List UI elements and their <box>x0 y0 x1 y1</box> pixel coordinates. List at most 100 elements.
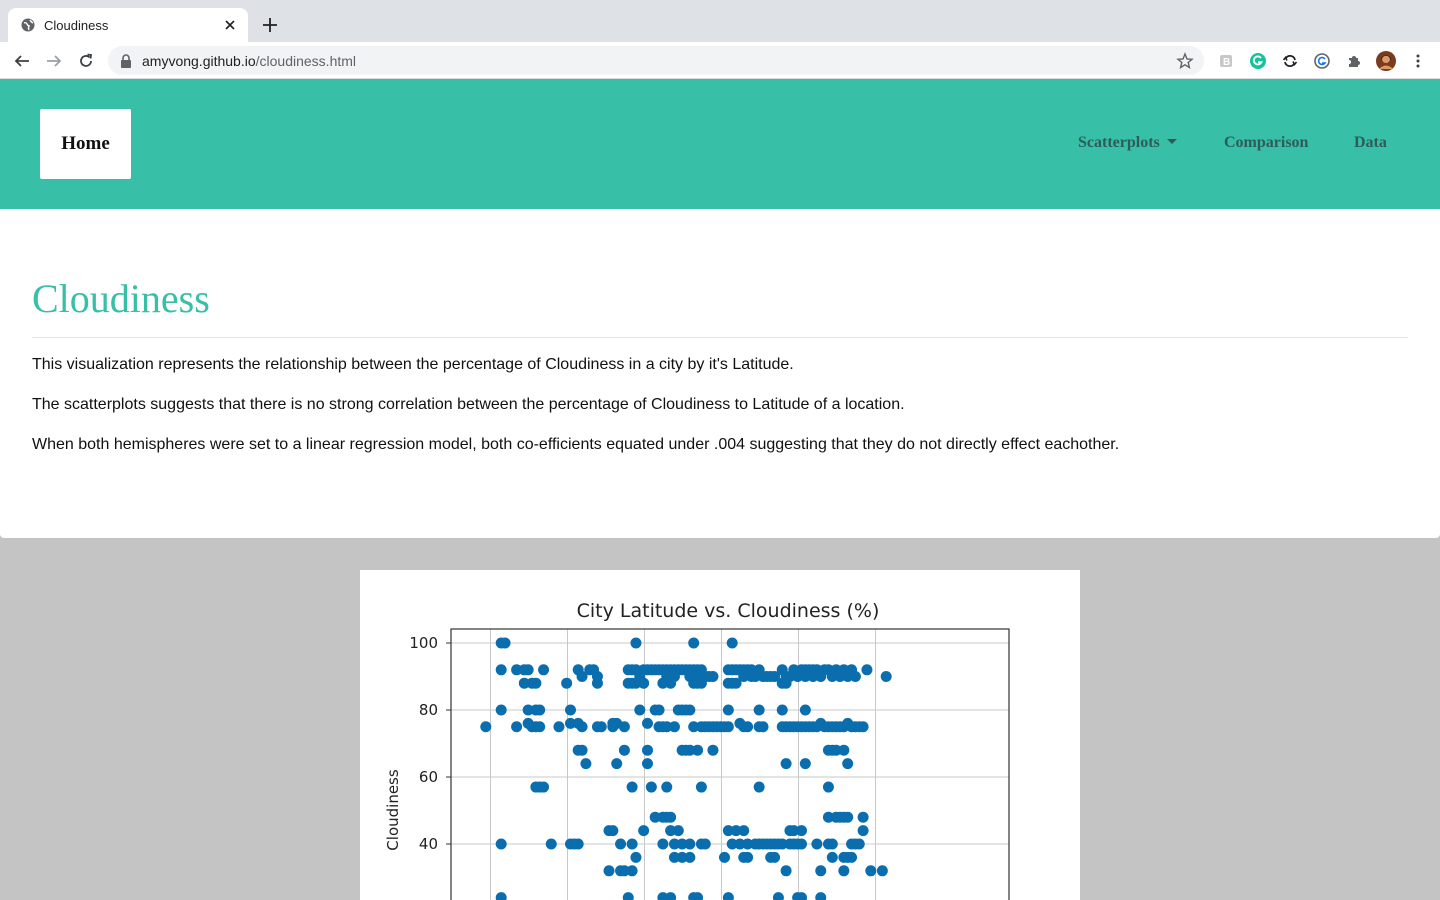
scatter-point <box>799 758 811 770</box>
scatter-point <box>742 851 754 863</box>
y-tick-label: 100 <box>409 634 438 652</box>
title-divider <box>32 337 1408 338</box>
scatter-point <box>642 744 653 756</box>
browser-tab[interactable]: Cloudiness <box>8 8 248 42</box>
back-arrow-icon[interactable] <box>10 49 34 73</box>
forward-arrow-icon[interactable] <box>42 49 66 73</box>
scatter-point <box>626 838 638 850</box>
svg-text:B: B <box>1223 57 1230 68</box>
scatter-point <box>591 677 603 689</box>
scatter-point <box>607 825 619 837</box>
scatter-point <box>695 781 707 793</box>
chart-figure: 100 80 60 40 City Latitude vs. Cloudiness (… <box>360 570 1080 900</box>
scatter-point <box>611 758 623 770</box>
scatter-point <box>495 664 507 676</box>
scatter-chart: 100 80 60 40 City Latitude vs. Cloudiness (… <box>384 600 1010 900</box>
reload-icon[interactable] <box>74 49 98 73</box>
scatter-point <box>495 892 507 900</box>
scatter-point <box>742 721 754 733</box>
scatter-point <box>838 865 850 877</box>
extension-g-icon[interactable] <box>1312 51 1332 71</box>
scatter-point <box>849 671 861 682</box>
url-host: amyvong.github.io <box>142 52 256 69</box>
scatter-point <box>538 664 550 676</box>
scatter-point <box>769 851 781 863</box>
scatter-point <box>876 865 888 877</box>
nav-data-link[interactable]: Data <box>1354 134 1387 152</box>
scatter-point <box>534 721 546 733</box>
scatter-point <box>684 851 696 863</box>
scatter-point <box>538 781 550 793</box>
scatter-point <box>688 637 700 649</box>
scatter-point <box>826 838 838 850</box>
scatter-point <box>822 781 834 793</box>
puzzle-extensions-icon[interactable] <box>1344 51 1364 71</box>
scatter-point <box>618 744 630 756</box>
scatter-point <box>684 838 696 850</box>
scatter-point <box>576 744 588 756</box>
scatter-point <box>495 838 507 850</box>
nav-scatterplots-dropdown[interactable]: Scatterplots <box>1078 134 1177 152</box>
address-bar[interactable]: amyvong.github.io/cloudiness.html <box>108 46 1204 75</box>
scatter-point <box>880 671 892 682</box>
profile-avatar[interactable] <box>1376 51 1396 71</box>
scatter-point <box>753 704 765 716</box>
caret-down-icon <box>1166 139 1177 144</box>
scatter-points <box>480 637 892 900</box>
scatter-point <box>626 781 638 793</box>
scatter-point <box>857 721 869 733</box>
scatter-point <box>576 721 588 733</box>
home-button[interactable]: Home <box>40 109 131 179</box>
scatter-point <box>657 838 669 850</box>
scatter-point <box>615 838 627 850</box>
scatter-point <box>799 704 811 716</box>
scatter-point <box>853 838 865 850</box>
sync-icon[interactable] <box>1280 51 1300 71</box>
scatter-point <box>638 825 650 837</box>
scatter-point <box>861 664 873 676</box>
grammarly-icon[interactable] <box>1248 51 1268 71</box>
close-tab-icon[interactable] <box>222 17 238 33</box>
y-axis-ticks: 100 80 60 40 <box>409 634 451 853</box>
scatter-point <box>630 637 642 649</box>
chart-title: City Latitude vs. Cloudiness (%) <box>577 600 880 622</box>
y-tick-label: 40 <box>419 835 438 853</box>
scatter-point <box>630 851 642 863</box>
y-tick-label: 80 <box>419 701 438 719</box>
more-menu-icon[interactable] <box>1408 51 1428 71</box>
site-navbar: Home Scatterplots Comparison Data <box>0 79 1440 209</box>
scatter-point <box>511 721 523 733</box>
new-tab-button[interactable] <box>258 13 282 37</box>
scatter-point <box>622 892 634 900</box>
scatter-point <box>707 744 719 756</box>
scatter-point <box>780 865 792 877</box>
nav-comparison-link[interactable]: Comparison <box>1224 134 1308 152</box>
scatter-point <box>699 838 711 850</box>
globe-icon <box>20 17 36 33</box>
scatter-point <box>553 721 565 733</box>
extension-b-icon[interactable]: B <box>1216 51 1236 71</box>
page-title: Cloudiness <box>32 276 210 321</box>
scatter-point <box>480 721 492 733</box>
scatter-point <box>738 825 750 837</box>
tab-title: Cloudiness <box>44 17 109 33</box>
scatter-point <box>722 892 734 900</box>
scatter-point <box>634 704 646 716</box>
description-paragraph-2: The scatterplots suggests that there is … <box>32 396 905 413</box>
scatter-point <box>811 838 823 850</box>
scatter-point <box>534 704 546 716</box>
scatter-point <box>530 677 542 689</box>
scatter-point <box>626 865 638 877</box>
scatter-point <box>722 704 734 716</box>
scatter-point <box>572 838 584 850</box>
scatter-point <box>842 811 854 823</box>
bookmark-star-icon[interactable] <box>1176 52 1194 70</box>
y-tick-label: 60 <box>419 768 438 786</box>
scatter-point <box>499 637 511 649</box>
scatter-point <box>826 851 838 863</box>
scatter-point <box>707 671 719 682</box>
y-axis-label: Cloudiness <box>384 769 402 851</box>
scatter-point <box>565 704 576 716</box>
url-path: /cloudiness.html <box>255 52 357 69</box>
scatter-point <box>561 677 573 689</box>
